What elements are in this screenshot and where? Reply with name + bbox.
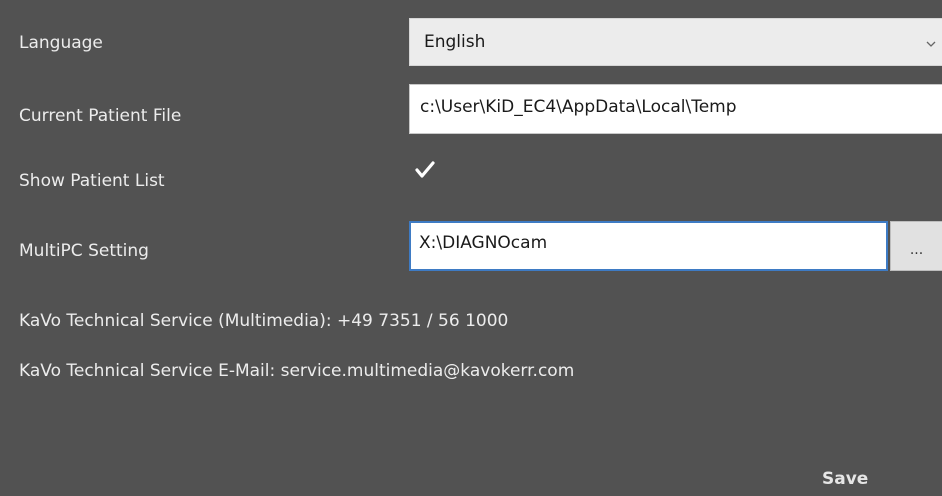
multipc-browse-button[interactable]: ... (890, 221, 942, 271)
multipc-value: X:\DIAGNOcam (419, 233, 548, 253)
language-label: Language (19, 33, 103, 53)
technical-service-email: KaVo Technical Service E-Mail: service.m… (19, 361, 575, 381)
settings-panel: Language English Current Patient File c:… (0, 0, 942, 496)
checkmark-icon (415, 161, 435, 178)
patient-file-value: c:\User\KiD_EC4\AppData\Local\Temp (420, 97, 737, 117)
language-selected-value: English (424, 32, 486, 52)
show-patient-list-checkbox[interactable] (414, 159, 436, 181)
language-dropdown[interactable]: English (409, 18, 942, 66)
multipc-label: MultiPC Setting (19, 241, 149, 261)
multipc-input[interactable]: X:\DIAGNOcam (409, 221, 888, 271)
patient-file-label: Current Patient File (19, 106, 182, 126)
chevron-down-icon (926, 41, 936, 47)
show-patient-list-label: Show Patient List (19, 171, 165, 191)
patient-file-input[interactable]: c:\User\KiD_EC4\AppData\Local\Temp (409, 84, 942, 134)
technical-service-phone: KaVo Technical Service (Multimedia): +49… (19, 311, 509, 331)
save-button[interactable]: Save (822, 468, 868, 490)
